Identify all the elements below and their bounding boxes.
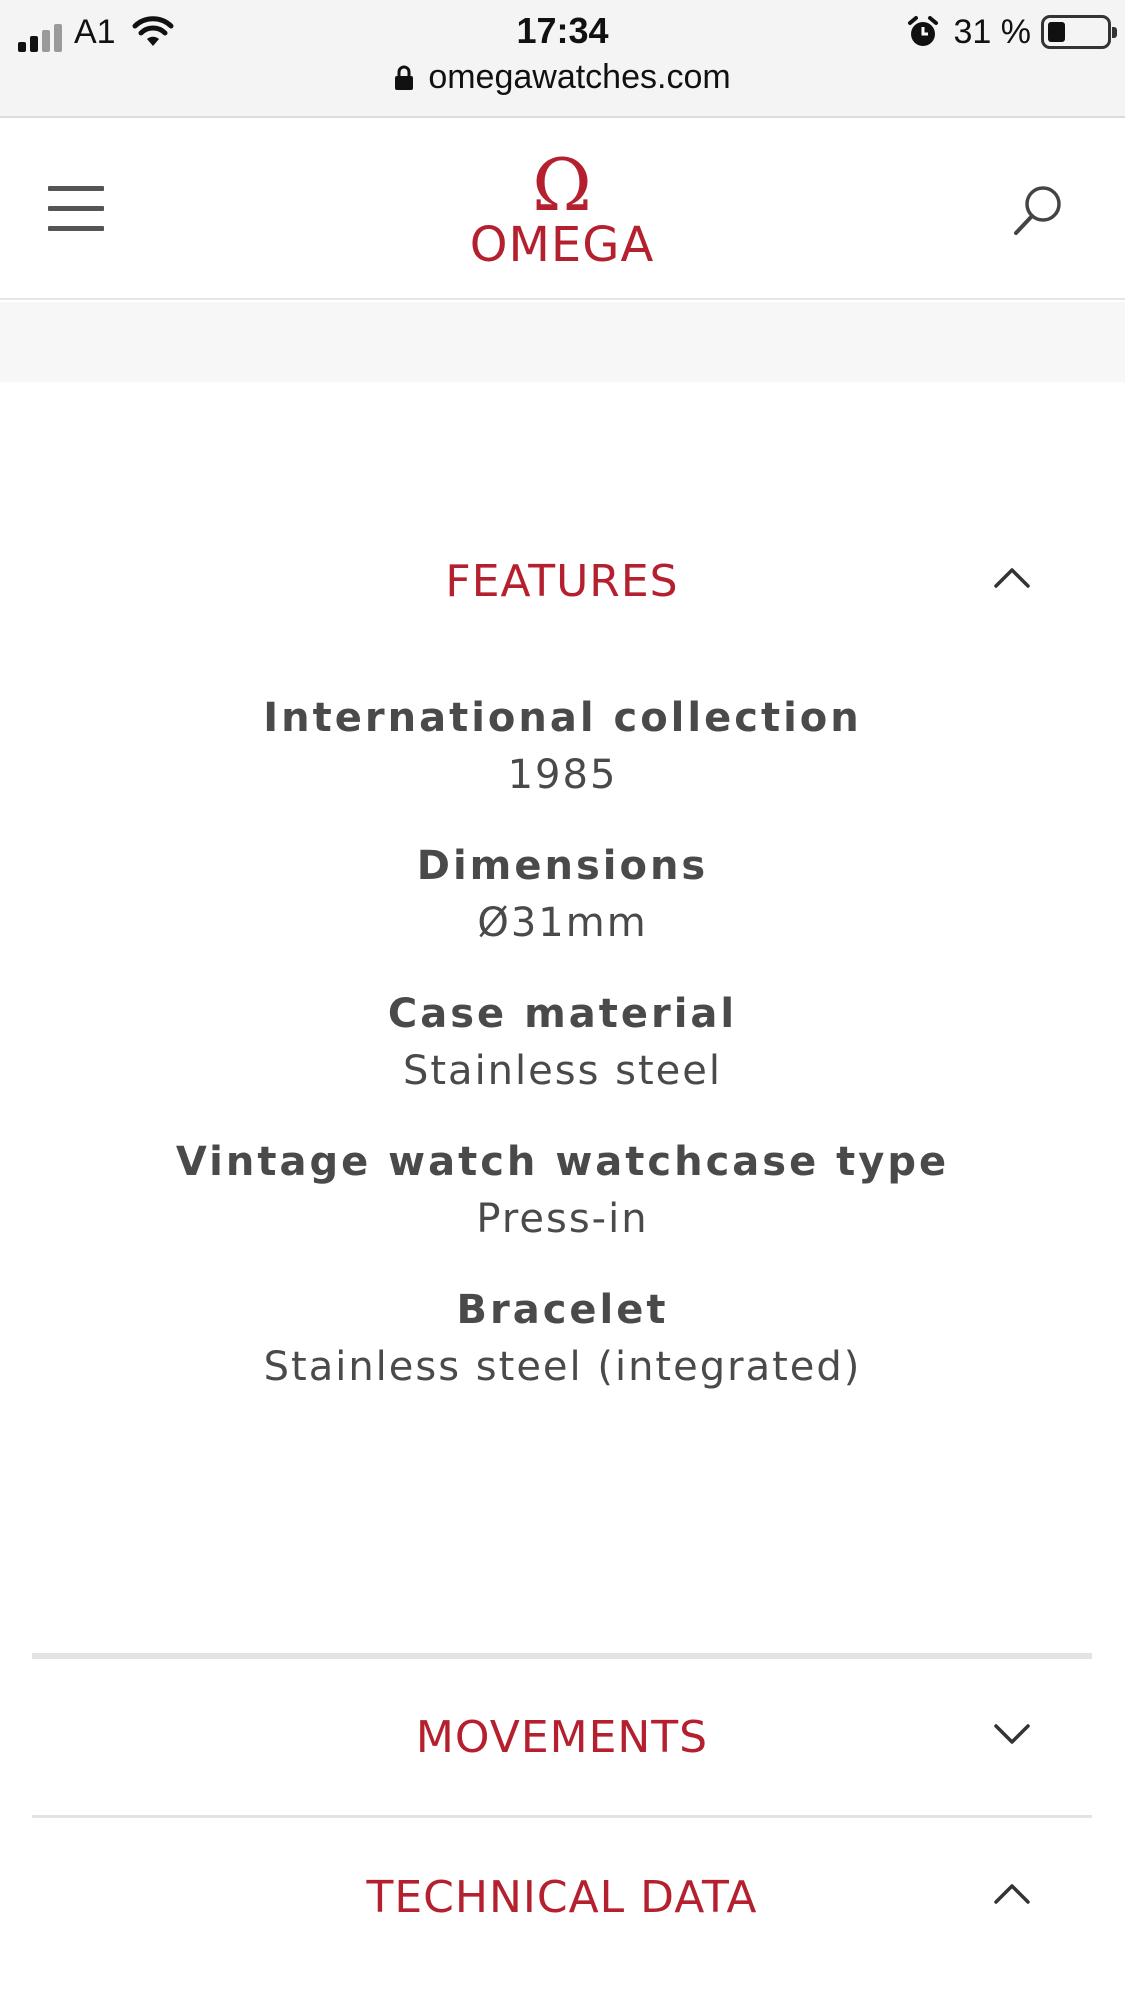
feature-value: Ø31mm	[477, 900, 648, 946]
chevron-up-icon	[994, 568, 1030, 588]
feature-label: Vintage watch watchcase type	[175, 1139, 950, 1185]
movements-title: MOVEMENTS	[415, 1712, 709, 1763]
address-bar[interactable]: omegawatches.com	[0, 58, 1125, 97]
site-header: Ω OMEGA	[0, 120, 1125, 300]
features-list: International collection 1985 Dimensions…	[0, 690, 1125, 1430]
feature-item: Bracelet Stainless steel (integrated)	[0, 1282, 1125, 1396]
status-bar: A1 17:34 31 % omegawatches.com	[0, 0, 1125, 118]
menu-line	[48, 206, 104, 211]
feature-label: International collection	[263, 695, 862, 741]
page-top-band	[0, 302, 1125, 382]
hamburger-menu-icon[interactable]	[48, 186, 104, 232]
section-divider	[32, 1815, 1092, 1818]
omega-wordmark: OMEGA	[469, 217, 655, 273]
feature-value: Press-in	[476, 1196, 649, 1242]
omega-logo[interactable]: Ω OMEGA	[412, 143, 712, 273]
feature-value: 1985	[507, 752, 618, 798]
chevron-up-icon	[994, 1884, 1030, 1904]
battery-cap	[1112, 27, 1117, 38]
feature-label: Case material	[387, 991, 738, 1037]
menu-line	[48, 186, 104, 191]
feature-item: Dimensions Ø31mm	[0, 838, 1125, 952]
page-url: omegawatches.com	[428, 58, 731, 96]
battery-icon	[1041, 15, 1117, 49]
alarm-clock-icon	[907, 16, 938, 46]
feature-item: International collection 1985	[0, 690, 1125, 804]
feature-label: Bracelet	[456, 1287, 669, 1333]
feature-label: Dimensions	[416, 843, 709, 889]
feature-item: Vintage watch watchcase type Press-in	[0, 1134, 1125, 1248]
battery-level-fill	[1048, 22, 1065, 42]
battery-percentage: 31 %	[953, 12, 1032, 51]
technical-data-accordion-header[interactable]: TECHNICAL DATA	[32, 1858, 1092, 1938]
search-icon[interactable]	[1011, 182, 1065, 238]
omega-symbol: Ω	[532, 143, 592, 227]
section-divider	[32, 1653, 1092, 1659]
feature-value: Stainless steel	[402, 1048, 723, 1094]
chevron-down-icon	[994, 1724, 1030, 1744]
features-accordion-header[interactable]: FEATURES	[32, 542, 1092, 622]
status-bar-right: 31 %	[906, 12, 1117, 52]
movements-accordion-header[interactable]: MOVEMENTS	[32, 1698, 1092, 1778]
lock-icon	[395, 65, 414, 90]
menu-line	[48, 226, 104, 231]
technical-data-title: TECHNICAL DATA	[366, 1872, 758, 1923]
feature-value: Stainless steel (integrated)	[263, 1344, 862, 1390]
features-title: FEATURES	[445, 556, 679, 607]
feature-item: Case material Stainless steel	[0, 986, 1125, 1100]
